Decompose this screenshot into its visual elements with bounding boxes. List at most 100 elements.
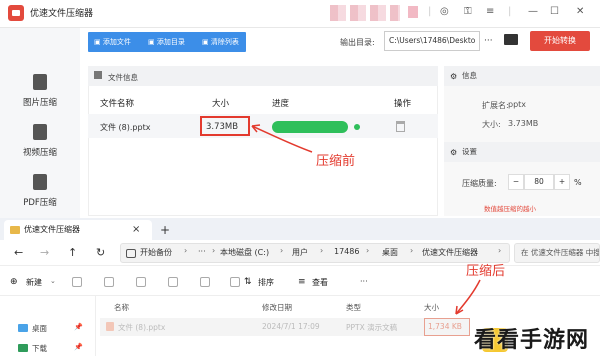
sidebar-item-video[interactable]: 视频压缩 <box>0 124 80 158</box>
watermark: 看看手游网 <box>474 328 590 353</box>
quality-label: 压缩质量: <box>462 179 497 188</box>
breadcrumb-item[interactable]: 优速文件压缩器 <box>422 247 478 258</box>
breadcrumb-item[interactable]: 17486 <box>334 247 359 256</box>
maximize-icon[interactable]: ☐ <box>550 6 559 17</box>
divider: | <box>508 6 512 17</box>
breadcrumb-item[interactable]: 本地磁盘 (C:) <box>220 247 269 258</box>
window-title: 优速文件压缩器 <box>30 9 94 19</box>
progress-done-dot <box>354 124 360 130</box>
size-highlight-box <box>424 318 470 336</box>
refresh-icon[interactable]: ↻ <box>96 246 105 259</box>
ext-label: 扩展名: <box>482 101 509 110</box>
chevron-down-icon: ⌄ <box>50 277 56 285</box>
delete-icon[interactable] <box>230 277 240 287</box>
paste-icon[interactable] <box>136 277 146 287</box>
chevron-right-icon: › <box>280 246 284 255</box>
col-name[interactable]: 名称 <box>114 302 129 313</box>
column-action: 操作 <box>394 99 412 109</box>
folder-icon[interactable] <box>504 34 518 45</box>
breadcrumb-item[interactable]: 桌面 <box>382 247 398 258</box>
gear-icon: ⚙ <box>450 72 458 81</box>
output-dir-field[interactable]: C:\Users\17486\Deskto <box>384 31 480 51</box>
desktop-icon <box>18 324 28 332</box>
close-icon[interactable]: ✕ <box>576 6 584 17</box>
sidebar-item-pdf[interactable]: PDF压缩 <box>0 174 80 208</box>
sort-icon[interactable]: ⇅ <box>244 277 252 287</box>
breadcrumb-more[interactable]: ··· <box>198 247 206 256</box>
pptx-file-icon <box>106 322 114 331</box>
column-progress: 进度 <box>272 99 290 109</box>
chevron-right-icon: › <box>184 246 188 255</box>
view-button[interactable]: 查看 <box>312 277 328 288</box>
add-file-button[interactable]: ▣ 添加文件 <box>90 35 135 49</box>
user-avatar[interactable] <box>330 5 400 21</box>
pin-icon: 📌 <box>74 323 83 331</box>
chevron-right-icon: › <box>212 246 216 255</box>
add-folder-button[interactable]: ▣ 添加目录 <box>144 35 189 49</box>
trash-icon[interactable] <box>396 121 405 132</box>
cut-icon[interactable] <box>72 277 82 287</box>
quality-minus-button[interactable]: − <box>508 174 524 190</box>
menu-icon[interactable]: ≡ <box>486 6 494 17</box>
explorer-tab[interactable]: 优速文件压缩器 <box>4 220 152 240</box>
new-icon[interactable]: ⊕ <box>10 277 18 287</box>
ext-value: pptx <box>508 100 527 109</box>
up-icon[interactable]: ↑ <box>68 246 77 259</box>
back-icon[interactable]: ← <box>14 246 23 259</box>
download-icon <box>18 344 28 352</box>
sidebar-item-label: 视频压缩 <box>22 148 57 158</box>
chevron-right-icon: › <box>366 246 370 255</box>
breadcrumb-item[interactable]: 用户 <box>292 247 308 258</box>
folder-icon <box>10 226 20 234</box>
minimize-icon[interactable]: — <box>528 6 538 17</box>
quality-input[interactable]: 80 <box>524 174 554 190</box>
size-value: 3.73MB <box>508 119 539 128</box>
annotation-arrow-after <box>455 279 481 315</box>
video-icon <box>33 124 47 140</box>
gear-icon: ⚙ <box>450 148 458 157</box>
copy-icon[interactable] <box>104 277 114 287</box>
image-icon <box>33 74 47 90</box>
key-icon[interactable]: ⚿ <box>464 6 472 17</box>
more-options-button[interactable]: ··· <box>360 277 368 286</box>
annotation-arrow-before <box>251 124 313 153</box>
pin-icon: 📌 <box>74 343 83 351</box>
file-info-icon <box>94 71 102 79</box>
breadcrumb-item[interactable]: 开始备份 <box>140 247 172 258</box>
info-header: 信息 <box>444 66 600 86</box>
quality-hint: 数值越压缩的越小 <box>484 205 536 213</box>
start-convert-button[interactable]: 开始转换 <box>530 31 590 51</box>
divider: | <box>428 6 432 17</box>
nav-item-desktop[interactable]: 桌面 <box>32 323 47 334</box>
view-icon[interactable]: ≡ <box>298 277 306 287</box>
column-size: 大小 <box>212 99 230 109</box>
col-date[interactable]: 修改日期 <box>262 302 292 313</box>
explorer-file-type: PPTX 演示文稿 <box>346 323 398 332</box>
account-icon[interactable]: ◎ <box>440 6 449 17</box>
rename-icon[interactable] <box>168 277 178 287</box>
output-dir-label: 输出目录: <box>340 38 375 47</box>
sort-button[interactable]: 排序 <box>258 277 274 288</box>
annotation-before: 压缩前 <box>316 154 356 169</box>
new-tab-button[interactable]: + <box>160 223 170 237</box>
new-button[interactable]: 新建 <box>26 277 42 288</box>
column-name: 文件名称 <box>100 99 135 109</box>
nav-item-download[interactable]: 下载 <box>32 343 47 354</box>
forward-icon[interactable]: → <box>40 246 49 259</box>
col-size[interactable]: 大小 <box>424 302 439 313</box>
avatar-badge <box>408 6 418 18</box>
file-panel-header <box>88 66 438 86</box>
tab-close-icon[interactable]: × <box>132 224 140 235</box>
browse-button[interactable]: ··· <box>484 36 493 46</box>
explorer-file-name: 文件 (8).pptx <box>118 323 166 332</box>
quality-unit: % <box>574 178 582 187</box>
file-panel-title: 文件信息 <box>108 73 138 82</box>
col-type[interactable]: 类型 <box>346 302 361 313</box>
pdf-icon <box>33 174 47 190</box>
clear-list-button[interactable]: ▣ 清除列表 <box>198 35 243 49</box>
search-input[interactable]: 在 优速文件压缩器 中搜索 <box>514 243 600 263</box>
sidebar-item-image[interactable]: 图片压缩 <box>0 74 80 108</box>
quality-plus-button[interactable]: + <box>554 174 570 190</box>
chevron-right-icon: › <box>410 246 414 255</box>
share-icon[interactable] <box>200 277 210 287</box>
